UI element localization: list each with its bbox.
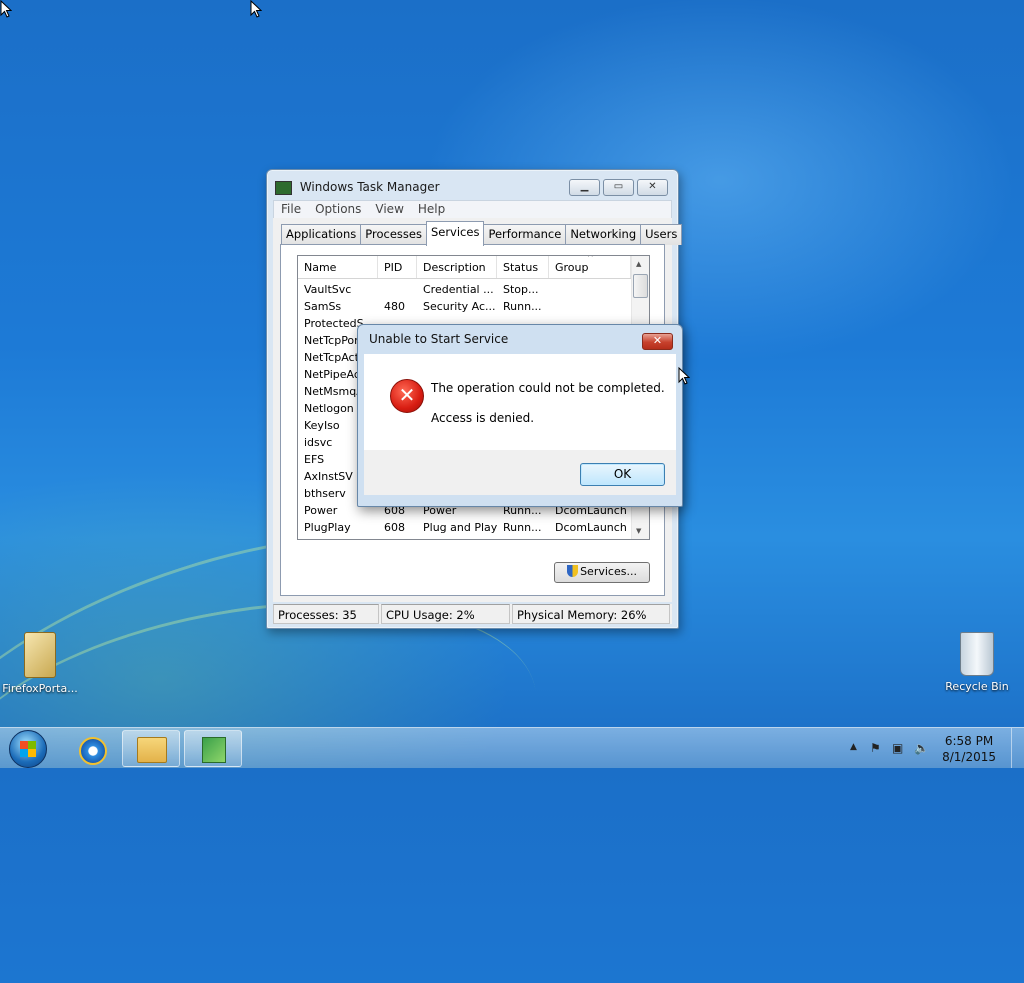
error-icon: ✕ [390, 379, 424, 413]
taskbar-windows-explorer[interactable] [122, 730, 180, 767]
system-tray: ▲ ⚑ ▣ 🔈 6:58 PM 8/1/2015 [834, 728, 1024, 768]
tab-strip: Applications Processes Services Performa… [281, 221, 683, 246]
row-status: Runn... [503, 521, 542, 534]
show-desktop-button[interactable] [1011, 728, 1024, 768]
tab-processes[interactable]: Processes [360, 224, 427, 245]
scroll-up-icon[interactable]: ▲ [636, 260, 641, 268]
close-button[interactable]: ✕ [637, 179, 668, 196]
desktop-icon-label: FirefoxPorta... [2, 682, 78, 695]
internet-explorer-icon [79, 737, 107, 765]
desktop-icon-recycle-bin[interactable]: Recycle Bin [937, 632, 1017, 693]
window-title: Windows Task Manager [299, 180, 440, 194]
taskbar: ▲ ⚑ ▣ 🔈 6:58 PM 8/1/2015 [0, 727, 1024, 768]
services-button[interactable]: Services... [554, 562, 650, 583]
row-pid: 608 [384, 521, 405, 534]
menu-options[interactable]: Options [308, 201, 368, 218]
desktop-icon-firefox-portable[interactable]: FirefoxPorta... [0, 632, 80, 695]
show-hidden-icons-icon[interactable]: ▲ [850, 742, 857, 752]
row-name: PlugPlay [304, 521, 351, 534]
column-pid[interactable]: PID [378, 256, 417, 278]
row-group [549, 282, 631, 299]
clock[interactable]: 6:58 PM 8/1/2015 [942, 733, 996, 765]
start-button[interactable] [9, 730, 47, 768]
dialog-footer: OK [364, 450, 676, 495]
row-description: Security Ac... [423, 300, 496, 313]
table-row[interactable]: PlugPlay 608 Plug and Play Runn... DcomLaunc… [298, 520, 649, 537]
scroll-down-icon[interactable]: ▼ [636, 527, 641, 535]
column-description[interactable]: Description [417, 256, 497, 278]
taskbar-task-manager[interactable] [184, 730, 242, 767]
recycle-bin-icon [960, 632, 994, 676]
row-description: Credential ... [423, 283, 494, 296]
clock-time: 6:58 PM [944, 734, 994, 748]
tab-performance[interactable]: Performance [483, 224, 567, 245]
volume-muted-icon[interactable]: 🔈 [914, 741, 929, 755]
clock-date: 8/1/2015 [942, 750, 996, 764]
dialog-detail: Access is denied. [431, 411, 535, 425]
column-group[interactable]: Group ^ [549, 256, 631, 278]
row-pid [378, 282, 417, 299]
network-icon[interactable]: ▣ [892, 741, 903, 755]
row-description: Plug and Play [423, 521, 497, 534]
tab-applications[interactable]: Applications [281, 224, 362, 245]
mouse-pointer-icon [0, 0, 12, 18]
column-group-label: Group [555, 261, 589, 274]
row-group [549, 299, 631, 316]
sort-ascending-icon: ^ [587, 255, 594, 262]
menu-help[interactable]: Help [411, 201, 452, 218]
row-status: Runn... [503, 300, 542, 313]
table-row[interactable]: SamSs 480 Security Ac... Runn... [298, 299, 649, 316]
task-manager-taskbar-icon [202, 737, 226, 763]
status-memory: Physical Memory: 26% [512, 604, 670, 624]
folder-icon [137, 737, 167, 763]
uac-shield-icon [567, 565, 579, 577]
maximize-button[interactable]: ▭ [603, 179, 634, 196]
menu-file[interactable]: File [274, 201, 308, 218]
action-center-flag-icon[interactable]: ⚑ [870, 741, 881, 755]
ok-button[interactable]: OK [580, 463, 665, 486]
dialog-title: Unable to Start Service [369, 332, 509, 346]
row-pid: 480 [384, 300, 405, 313]
table-row[interactable]: VaultSvc Credential ... Stop... [298, 282, 649, 299]
task-manager-icon [275, 180, 292, 195]
row-name: SamSs [304, 300, 342, 313]
dialog-content: ✕ The operation could not be completed. … [364, 354, 676, 450]
tab-services[interactable]: Services [425, 221, 485, 246]
dialog-message: The operation could not be completed. [431, 381, 665, 395]
row-group: DcomLaunch [555, 521, 627, 534]
windows-logo-icon-lower [20, 749, 36, 757]
tab-networking[interactable]: Networking [565, 224, 642, 245]
tab-users[interactable]: Users [640, 224, 683, 245]
list-header: Name PID Description Status Group ^ [298, 256, 649, 279]
dialog-close-button[interactable]: ✕ [642, 333, 673, 350]
column-name[interactable]: Name [298, 256, 378, 278]
firefox-portable-icon [24, 632, 56, 678]
minimize-button[interactable]: ▁ [569, 179, 600, 196]
error-dialog: Unable to Start Service ✕ ✕ The operatio… [357, 324, 683, 507]
row-name: VaultSvc [304, 283, 352, 296]
menu-view[interactable]: View [368, 201, 410, 218]
taskbar-internet-explorer[interactable] [62, 730, 120, 767]
column-status[interactable]: Status [497, 256, 549, 278]
window-controls: ▁ ▭ ✕ [569, 179, 668, 196]
mouse-pointer-icon [678, 367, 690, 385]
status-processes: Processes: 35 [273, 604, 379, 624]
status-bar: Processes: 35 CPU Usage: 2% Physical Mem… [273, 604, 672, 624]
mouse-pointer-icon [250, 0, 262, 18]
services-button-label: Services... [580, 565, 637, 578]
row-status: Stop... [503, 283, 539, 296]
menu-bar: File Options View Help [273, 200, 672, 219]
status-cpu: CPU Usage: 2% [381, 604, 510, 624]
scroll-thumb[interactable] [633, 274, 648, 298]
desktop-icon-label: Recycle Bin [945, 680, 1009, 693]
